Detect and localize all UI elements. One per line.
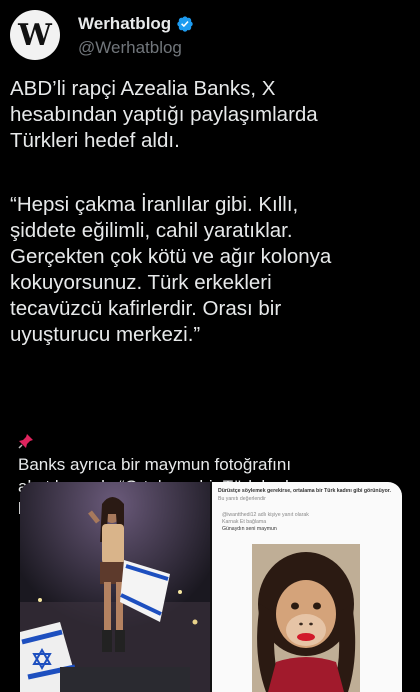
quoted-screenshot-image[interactable]: Dürüstçe söylemek gerekirse, ortalama bi… <box>212 482 402 692</box>
monkey-with-wig-image <box>252 544 360 692</box>
concert-performer-image[interactable] <box>20 482 210 692</box>
verified-badge-icon <box>177 16 193 32</box>
tweet-media[interactable]: Dürüstçe söylemek gerekirse, ortalama bi… <box>20 482 402 692</box>
screenshot-quoted-text: Günaydın seni maymun <box>222 526 277 532</box>
avatar[interactable]: W <box>10 10 60 60</box>
tweet-paragraph-2: “Hepsi çakma İranlılar gibi. Kıllı, şidd… <box>10 193 332 346</box>
screenshot-quoted-meta: Karnak Et bağlama <box>222 519 267 525</box>
pin-icon <box>18 410 36 454</box>
tweet-paragraph-1: ABD’li rapçi Azealia Banks, X hesabından… <box>10 77 318 152</box>
screenshot-header: Dürüstçe söylemek gerekirse, ortalama bi… <box>218 488 391 494</box>
screenshot-reply-line: Bu yanıtı değerlendir <box>218 496 266 502</box>
concert-performer-illustration <box>20 482 210 692</box>
author-name[interactable]: Werhatblog <box>78 14 171 34</box>
author-handle[interactable]: @Werhatblog <box>78 38 182 58</box>
screenshot-quoted-handle: @iwantthedi12 adlı kişiye yanıt olarak <box>222 512 309 518</box>
tweet-header: W Werhatblog @Werhatblog <box>8 8 412 64</box>
author-name-row[interactable]: Werhatblog <box>78 14 194 34</box>
